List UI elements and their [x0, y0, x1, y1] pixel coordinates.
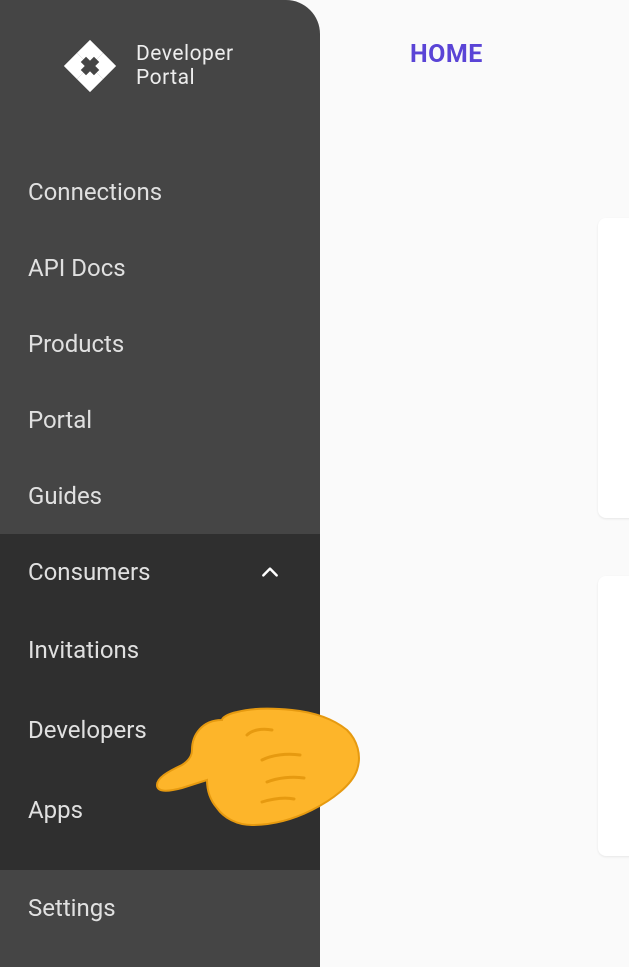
sidebar-item-label: Apps	[28, 796, 83, 824]
sidebar-item-label: Developers	[28, 716, 147, 744]
nav-home[interactable]: HOME	[410, 40, 483, 69]
content-card	[598, 576, 629, 856]
sidebar-item-label: Consumers	[28, 558, 150, 586]
sidebar-item-products[interactable]: Products	[0, 306, 320, 382]
sidebar-item-label: Products	[28, 330, 124, 358]
sidebar-item-label: Guides	[28, 482, 102, 510]
sidebar-item-portal[interactable]: Portal	[0, 382, 320, 458]
sidebar-item-label: Portal	[28, 406, 92, 434]
sidebar-item-consumers[interactable]: Consumers	[0, 534, 320, 610]
sidebar-item-label: API Docs	[28, 254, 126, 282]
sidebar-item-api-docs[interactable]: API Docs	[0, 230, 320, 306]
sidebar-item-settings[interactable]: Settings	[0, 870, 320, 946]
logo-text: Developer Portal	[136, 42, 234, 90]
sidebar-subitem-invitations[interactable]: Invitations	[0, 610, 320, 690]
sidebar-item-connections[interactable]: Connections	[0, 154, 320, 230]
sidebar-item-label: Connections	[28, 178, 162, 206]
sidebar-nav: Connections API Docs Products Portal Gui…	[0, 154, 320, 946]
sidebar-subitem-apps[interactable]: Apps	[0, 770, 320, 850]
consumers-subnav: Invitations Developers Apps	[0, 610, 320, 870]
logo-diamond-icon	[62, 38, 118, 94]
sidebar-item-label: Invitations	[28, 636, 139, 664]
logo-line2: Portal	[136, 66, 234, 90]
logo[interactable]: Developer Portal	[0, 0, 320, 94]
sidebar: Developer Portal Connections API Docs Pr…	[0, 0, 320, 967]
topnav: HOME	[320, 0, 629, 69]
sidebar-subitem-developers[interactable]: Developers	[0, 690, 320, 770]
sidebar-item-label: Settings	[28, 894, 116, 922]
logo-line1: Developer	[136, 42, 234, 66]
main-content: HOME	[320, 0, 629, 967]
content-card	[598, 218, 629, 518]
sidebar-item-guides[interactable]: Guides	[0, 458, 320, 534]
chevron-up-icon	[260, 562, 280, 582]
